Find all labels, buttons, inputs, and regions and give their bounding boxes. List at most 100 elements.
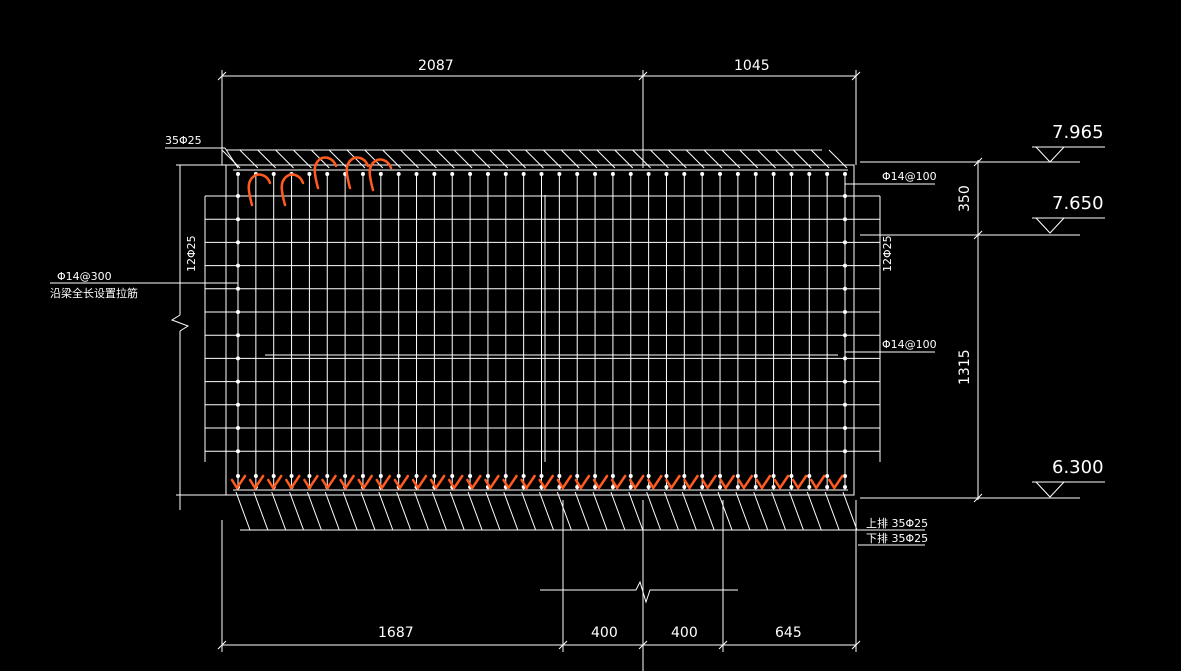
rebar-dot — [325, 474, 330, 478]
rebar-dot — [735, 474, 740, 478]
markup-check — [321, 474, 337, 491]
bottom-dim-1: 1687 — [378, 625, 414, 641]
markup-check — [375, 474, 392, 491]
rebar-dot — [468, 172, 473, 176]
top-dim-left: 2087 — [418, 58, 454, 74]
rebar-dot — [360, 172, 365, 176]
rebar-dot — [843, 333, 847, 338]
break-line-bottom — [540, 580, 738, 604]
rebar-dot — [236, 286, 240, 291]
rebar-dot — [843, 263, 847, 268]
hatch-line — [396, 491, 412, 531]
rebar-dot — [843, 194, 847, 198]
rebar-dot — [271, 172, 276, 176]
hatch-line — [431, 491, 447, 531]
rebar-dot — [307, 474, 312, 478]
rebar-dot — [664, 172, 669, 176]
markup-check — [828, 474, 844, 491]
bottom-dim-4: 645 — [775, 625, 802, 641]
markup-check — [266, 474, 283, 491]
rebar-dot — [325, 172, 330, 176]
top-dim-right: 1045 — [734, 58, 770, 74]
bottom-dim-2: 400 — [591, 625, 618, 641]
rebar-dot — [682, 474, 687, 478]
rebar-dot — [771, 485, 776, 489]
rebar-dot — [557, 474, 562, 478]
right-side-bars-label: 12Φ25 — [881, 235, 894, 272]
markup-check — [701, 474, 717, 491]
markup-check — [339, 474, 355, 491]
rebar-dot — [664, 474, 669, 478]
rebar-dot — [735, 485, 740, 489]
rebar-dot — [610, 474, 615, 478]
rebar-dot — [307, 172, 312, 176]
elevation-7650: 7.650 — [1052, 193, 1104, 214]
drawing-canvas — [50, 70, 1105, 671]
hatch-line — [771, 491, 787, 531]
markup-check — [809, 474, 826, 491]
markup-check — [719, 474, 735, 491]
hatch-line — [824, 491, 840, 531]
markup-check — [665, 474, 681, 491]
rebar-dot — [360, 474, 365, 478]
rebar-dot — [789, 172, 794, 176]
hatch-line — [664, 491, 679, 531]
rebar-dot — [843, 310, 847, 314]
rebar-dot — [343, 474, 348, 478]
stirrup-mid-label: Φ14@100 — [882, 338, 937, 351]
rebar-dot — [843, 426, 847, 430]
markup-check — [755, 474, 772, 491]
hatch-line — [539, 491, 554, 531]
rebar-dot — [236, 310, 240, 314]
rebar-dot — [843, 379, 847, 384]
hatch-line — [467, 491, 483, 531]
rebar-dot — [825, 485, 830, 489]
rebar-dot — [503, 172, 508, 176]
rebar-dot — [807, 172, 812, 176]
rebar-dot — [593, 474, 598, 478]
rebar-dot — [789, 485, 794, 489]
rebar-dot — [771, 172, 776, 176]
rebar-dot — [843, 474, 847, 478]
rebar-dot — [575, 474, 580, 478]
rebar-dot — [843, 449, 847, 454]
rebar-dot — [236, 379, 240, 384]
hatch-line — [592, 491, 608, 531]
rebar-dot — [236, 172, 240, 176]
rebar-dot — [843, 286, 847, 291]
hatch-line — [324, 491, 340, 531]
markup-check — [285, 474, 301, 491]
rebar-dot — [271, 474, 276, 478]
top-bars-label: 35Φ25 — [165, 134, 202, 147]
rebar-dot — [450, 172, 455, 176]
rebar-dot — [503, 474, 508, 478]
hatch-line — [271, 491, 287, 531]
rebar-dot — [718, 172, 723, 176]
left-side-bars-label: 12Φ25 — [185, 235, 198, 272]
rebar-dot — [753, 485, 758, 489]
markup-check — [737, 474, 754, 491]
hatch-line — [788, 491, 804, 531]
hatch-line — [681, 491, 697, 531]
rebar-dot — [825, 172, 830, 176]
rebar-dot — [664, 485, 669, 489]
rebar-dot — [807, 485, 812, 489]
hatch-line — [503, 491, 519, 531]
rebar-dot — [843, 485, 847, 489]
rebar-dot — [450, 474, 455, 478]
rebar-dot — [236, 194, 240, 198]
rebar-dot — [432, 172, 437, 176]
rebar-dot — [682, 485, 687, 489]
markup-check — [357, 474, 373, 491]
markup-check — [303, 474, 319, 491]
tie-bar-spec-label: Φ14@300 — [57, 270, 112, 283]
rebar-dot — [789, 474, 794, 478]
hatch-line — [806, 491, 822, 531]
hatch-line — [556, 491, 572, 531]
hatch-line — [628, 491, 644, 531]
rebar-dot — [557, 172, 562, 176]
rebar-dot — [236, 217, 240, 222]
markup-check — [773, 474, 790, 491]
rebar-dot — [236, 402, 240, 407]
rebar-dot — [521, 172, 526, 176]
